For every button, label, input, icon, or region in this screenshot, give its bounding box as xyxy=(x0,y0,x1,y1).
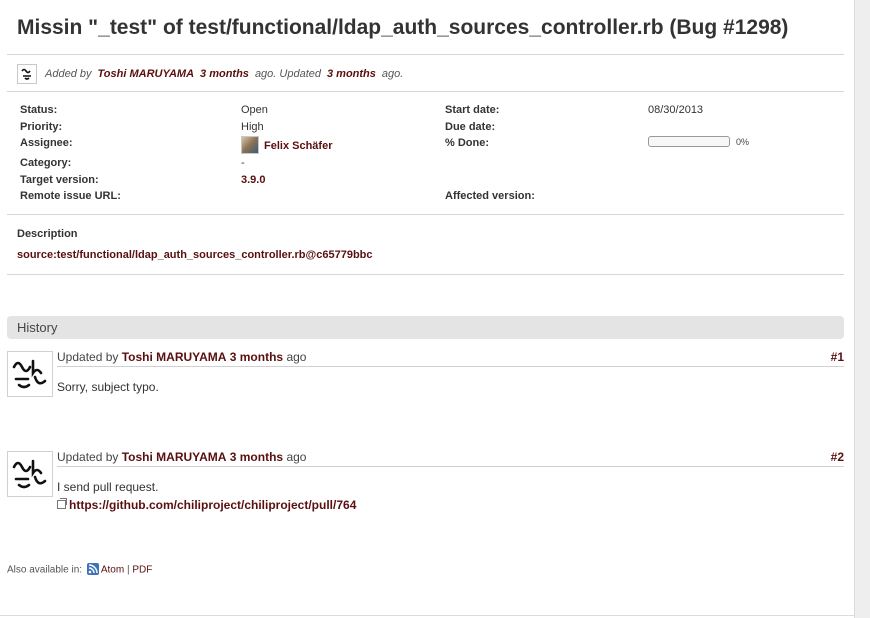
status-label: Status: xyxy=(20,104,58,116)
also-available-label: Also available in: xyxy=(7,564,83,576)
journal-avatar-icon xyxy=(7,351,53,397)
journal-number-link[interactable]: #1 xyxy=(831,350,844,364)
status-value: Open xyxy=(241,104,268,116)
priority-value: High xyxy=(241,121,264,133)
atom-link[interactable]: Atom xyxy=(101,565,124,576)
start-date-value: 08/30/2013 xyxy=(648,104,704,116)
assignee-link[interactable]: Felix Schäfer xyxy=(264,140,332,152)
start-date-label: Start date: xyxy=(445,104,500,116)
target-version-label: Target version: xyxy=(20,174,99,186)
author-avatar-icon xyxy=(17,64,37,84)
journal-text: I send pull request. xyxy=(57,480,159,494)
updated-label: ago. Updated xyxy=(254,68,321,80)
footer-separator: | xyxy=(126,564,130,576)
pull-request-link-row: https://github.com/chiliproject/chilipro… xyxy=(57,498,356,512)
updated-by-label: Updated by xyxy=(57,350,119,364)
journal-header: Updated by Toshi MARUYAMA 3 months ago xyxy=(57,350,306,364)
page-edge xyxy=(854,0,870,618)
journal-ago: ago xyxy=(286,350,307,364)
category-value: - xyxy=(241,157,245,169)
divider xyxy=(7,54,844,55)
pdf-link[interactable]: PDF xyxy=(132,565,152,576)
other-formats: Also available in: Atom | PDF xyxy=(7,563,152,576)
description-title: Description xyxy=(17,228,78,240)
done-percent: 0% xyxy=(736,137,750,147)
journal-time-link[interactable]: 3 months xyxy=(230,450,283,464)
pull-request-link[interactable]: https://github.com/chiliproject/chilipro… xyxy=(69,498,356,512)
journal-number-link[interactable]: #2 xyxy=(831,450,844,464)
bottom-divider xyxy=(0,615,854,616)
journal-ago: ago xyxy=(286,450,307,464)
author-link[interactable]: Toshi MARUYAMA xyxy=(97,68,194,80)
journal-time-link[interactable]: 3 months xyxy=(230,350,283,364)
created-ago-link[interactable]: 3 months xyxy=(200,68,249,80)
added-by-label: Added by xyxy=(45,68,92,80)
remote-issue-url-label: Remote issue URL: xyxy=(20,190,121,202)
category-label: Category: xyxy=(20,157,72,169)
journal-avatar-icon xyxy=(7,451,53,497)
target-version-value: 3.9.0 xyxy=(241,174,265,186)
journal-text: Sorry, subject typo. xyxy=(57,380,159,394)
target-version-link[interactable]: 3.9.0 xyxy=(241,174,265,186)
divider xyxy=(7,274,844,275)
affected-version-label: Affected version: xyxy=(445,190,535,202)
updated-ago-link[interactable]: 3 months xyxy=(327,68,376,80)
divider xyxy=(7,91,844,92)
history-title: History xyxy=(17,320,58,335)
external-link-icon xyxy=(57,498,67,509)
assignee-label: Assignee: xyxy=(20,137,73,149)
divider xyxy=(7,214,844,215)
assignee-avatar xyxy=(241,136,259,154)
journal-header: Updated by Toshi MARUYAMA 3 months ago xyxy=(57,450,306,464)
priority-label: Priority: xyxy=(20,121,63,133)
due-date-label: Due date: xyxy=(445,121,496,133)
updated-by-label: Updated by xyxy=(57,450,119,464)
journal-author-link[interactable]: Toshi MARUYAMA xyxy=(122,450,227,464)
journal-separator xyxy=(57,366,844,367)
done-progress-bar xyxy=(648,136,730,147)
history-header: History xyxy=(7,316,844,339)
ago-end: ago. xyxy=(381,68,404,80)
author-line: Added by Toshi MARUYAMA 3 months ago. Up… xyxy=(17,64,403,84)
assignee-value: Felix Schäfer xyxy=(241,136,332,155)
journal-author-link[interactable]: Toshi MARUYAMA xyxy=(122,350,227,364)
page-title: Missin "_test" of test/functional/ldap_a… xyxy=(17,16,789,39)
done-label: % Done: xyxy=(445,137,489,149)
journal-separator xyxy=(57,466,844,467)
feed-icon xyxy=(86,563,99,575)
description-source-link[interactable]: source:test/functional/ldap_auth_sources… xyxy=(17,249,373,261)
